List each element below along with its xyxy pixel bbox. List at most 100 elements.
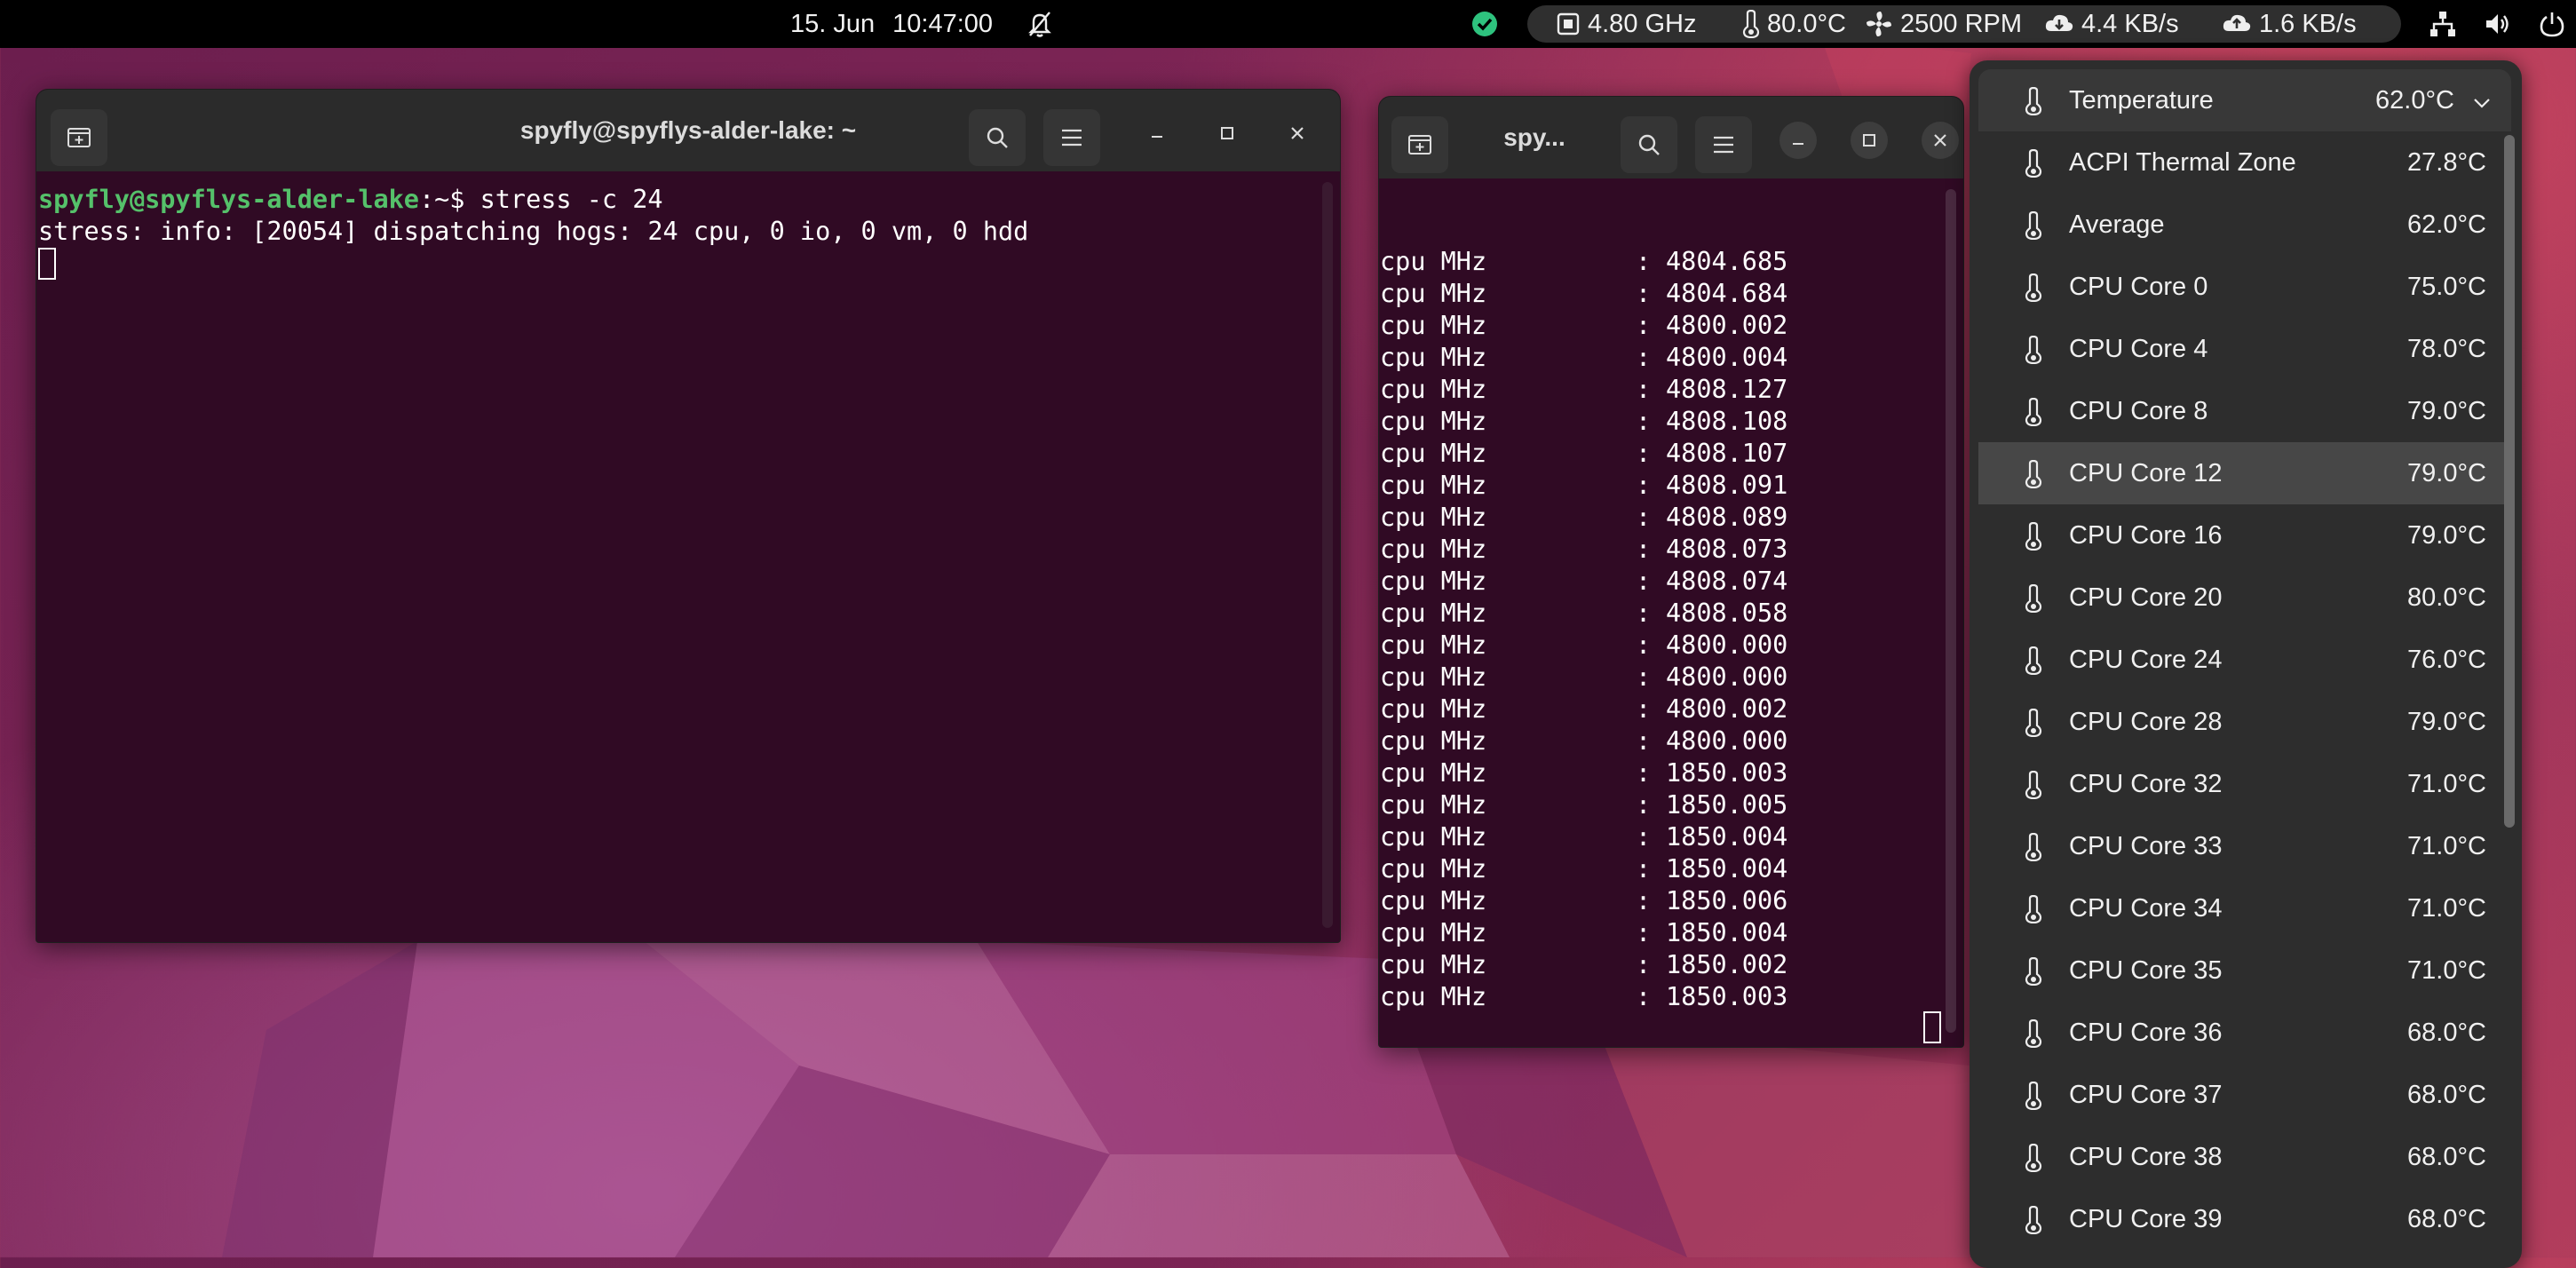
network-download[interactable]: 4.4 KB/s [2044, 0, 2179, 48]
temperature-item-value: 27.8°C [2407, 147, 2486, 177]
temperature-item[interactable]: CPU Core 28 79.0°C [1978, 691, 2504, 753]
mhz-value: 4808.091 [1666, 471, 1788, 500]
temperature-header[interactable]: Temperature 62.0°C [1978, 69, 2511, 131]
cpu-temperature[interactable]: 80.0°C [1742, 0, 1846, 48]
temperature-item[interactable]: CPU Core 32 71.0°C [1978, 753, 2504, 815]
temperature-item[interactable]: CPU Core 8 79.0°C [1978, 380, 2504, 442]
terminal-headerbar[interactable]: spyfly@spyflys-alder-lake: ~ [36, 90, 1340, 171]
mhz-label: cpu MHz [1380, 471, 1487, 500]
scrollbar[interactable] [1946, 189, 1956, 1033]
terminal-headerbar[interactable]: spy... [1379, 97, 1963, 178]
network-upload[interactable]: 1.6 KB/s [2222, 0, 2357, 48]
temperature-item[interactable]: CPU Core 37 68.0°C [1978, 1064, 2504, 1126]
clock[interactable]: 15. Jun 10:47:00 [790, 0, 993, 48]
menu-button[interactable] [1043, 109, 1100, 166]
notifications-muted-icon[interactable] [1024, 0, 1056, 48]
thermometer-icon [2025, 335, 2042, 371]
temperature-item[interactable]: CPU Core 4 78.0°C [1978, 318, 2504, 380]
temperature-item[interactable]: CPU Core 34 71.0°C [1978, 877, 2504, 939]
mhz-label: cpu MHz [1380, 503, 1487, 532]
temperature-item[interactable]: CPU Core 39 68.0°C [1978, 1188, 2504, 1250]
close-button[interactable] [1279, 115, 1316, 152]
prompt-user: spyfly@spyflys-alder-lake [38, 185, 419, 214]
prompt-separator: :~$ [418, 185, 480, 214]
mhz-label: cpu MHz [1380, 343, 1487, 372]
temperature-item-label: CPU Core 37 [2069, 1080, 2223, 1109]
temperature-item-value: 78.0°C [2407, 334, 2486, 363]
temperature-item-label: CPU Core 0 [2069, 272, 2208, 301]
fan-icon [1867, 12, 1891, 36]
mhz-colon: : [1636, 886, 1652, 915]
temperature-item[interactable]: CPU Core 24 76.0°C [1978, 629, 2504, 691]
thermometer-icon [2025, 894, 2042, 931]
mhz-colon: : [1636, 311, 1652, 340]
temperature-item-value: 79.0°C [2407, 707, 2486, 736]
menu-button[interactable] [1695, 116, 1752, 173]
mhz-colon: : [1636, 982, 1652, 1011]
temperature-item[interactable]: CPU Core 36 68.0°C [1978, 1002, 2504, 1064]
mhz-line: cpu MHz:4800.004 [1380, 342, 1963, 374]
new-tab-button[interactable] [1391, 116, 1448, 173]
mhz-label: cpu MHz [1380, 694, 1487, 724]
system-tray[interactable] [2429, 0, 2565, 48]
new-tab-icon [1408, 135, 1431, 155]
mhz-colon: : [1636, 247, 1652, 276]
temperature-item-label: CPU Core 16 [2069, 520, 2223, 550]
terminal-content[interactable]: cpu MHz:4804.685 cpu MHz:4804.684 cpu MHz:… [1380, 246, 1963, 1047]
mhz-line: cpu MHz:1850.004 [1380, 917, 1963, 949]
maximize-button[interactable] [1851, 122, 1888, 159]
mhz-value: 4800.000 [1666, 726, 1788, 756]
mhz-line: cpu MHz:1850.004 [1380, 821, 1963, 853]
temperature-item[interactable]: CPU Core 0 75.0°C [1978, 256, 2504, 318]
temperature-item[interactable]: CPU Core 20 80.0°C [1978, 567, 2504, 629]
temperature-item[interactable]: ACPI Thermal Zone 27.8°C [1978, 131, 2504, 194]
temperature-item-value: 68.0°C [2407, 1142, 2486, 1171]
minimize-icon [1793, 143, 1803, 145]
search-icon [1638, 134, 1660, 155]
temperature-item[interactable]: CPU Core 35 71.0°C [1978, 939, 2504, 1002]
mhz-colon: : [1636, 662, 1652, 692]
mhz-value: 4804.685 [1666, 247, 1788, 276]
mhz-line: cpu MHz:1850.006 [1380, 885, 1963, 917]
mhz-colon: : [1636, 279, 1652, 308]
maximize-button[interactable] [1209, 115, 1246, 152]
terminal-window-main[interactable]: spyfly@spyflys-alder-lake: ~ spyfly@spyf… [36, 89, 1341, 943]
mhz-value: 4808.108 [1666, 407, 1788, 436]
temperature-item-value: 71.0°C [2407, 769, 2486, 798]
status-ok-icon[interactable] [1470, 0, 1499, 48]
mhz-value: 4808.089 [1666, 503, 1788, 532]
mhz-label: cpu MHz [1380, 535, 1487, 564]
fan-speed[interactable]: 2500 RPM [1865, 0, 2022, 48]
temperature-item-value: 79.0°C [2407, 458, 2486, 487]
temperature-item-value: 71.0°C [2407, 893, 2486, 923]
mhz-line: cpu MHz:4808.107 [1380, 438, 1963, 470]
mhz-label: cpu MHz [1380, 662, 1487, 692]
mhz-colon: : [1636, 535, 1652, 564]
minimize-button[interactable] [1138, 115, 1176, 152]
minimize-button[interactable] [1779, 122, 1817, 159]
cpu-frequency[interactable]: 4.80 GHz [1556, 0, 1697, 48]
menu-scrollbar[interactable] [2504, 135, 2515, 828]
thermometer-icon [2025, 956, 2042, 993]
scrollbar[interactable] [1322, 182, 1333, 928]
search-button[interactable] [969, 109, 1026, 166]
mhz-label: cpu MHz [1380, 247, 1487, 276]
temperature-item[interactable]: CPU Core 38 68.0°C [1978, 1126, 2504, 1188]
mhz-value: 4804.684 [1666, 279, 1788, 308]
mhz-colon: : [1636, 726, 1652, 756]
temperature-item-label: ACPI Thermal Zone [2069, 147, 2296, 177]
mhz-colon: : [1636, 822, 1652, 852]
close-button[interactable] [1922, 122, 1959, 159]
mhz-label: cpu MHz [1380, 758, 1487, 788]
cloud-download-icon [2045, 14, 2073, 31]
temperature-item[interactable]: Average 62.0°C [1978, 194, 2504, 256]
temperature-item[interactable]: CPU Core 16 79.0°C [1978, 504, 2504, 567]
power-icon [2540, 12, 2564, 37]
temperature-item[interactable]: CPU Core 12 79.0°C [1978, 442, 2504, 504]
mhz-colon: : [1636, 343, 1652, 372]
terminal-content[interactable]: spyfly@spyflys-alder-lake:~$ stress -c 2… [36, 171, 1340, 942]
search-button[interactable] [1621, 116, 1677, 173]
terminal-window-cpu-mhz[interactable]: spy... cpu MHz:4804.685 cpu MHz:4804.684 c… [1378, 96, 1964, 1048]
temperature-header-value: 62.0°C [2375, 85, 2454, 115]
temperature-item[interactable]: CPU Core 33 71.0°C [1978, 815, 2504, 877]
